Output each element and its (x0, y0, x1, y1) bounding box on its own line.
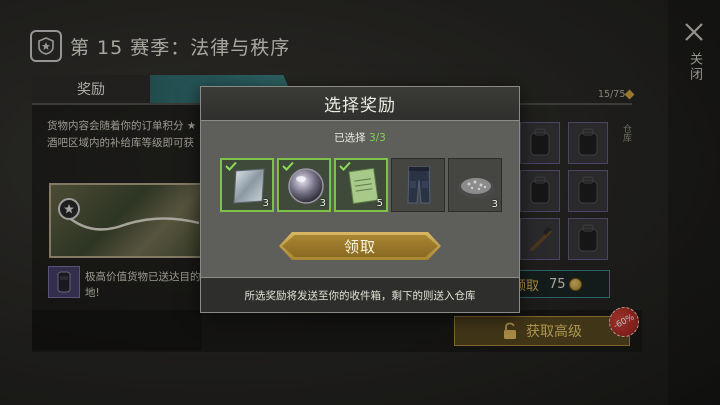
reward-item-notebook[interactable]: 5 (334, 158, 388, 212)
item-quantity: 3 (262, 198, 269, 209)
reward-item-gravel-pile[interactable]: 3 (448, 158, 502, 212)
claim-button[interactable]: 领取 (279, 232, 441, 260)
item-quantity: 3 (319, 198, 326, 209)
item-quantity: 3 (491, 199, 498, 210)
dialog-title: 选择奖励 (201, 87, 519, 121)
claim-button-label: 领取 (343, 237, 376, 256)
tactical-pants-icon (407, 166, 431, 204)
item-quantity: 5 (376, 198, 383, 209)
reward-item-tactical-pants[interactable] (391, 158, 445, 212)
reward-item-metal-plate[interactable]: 3 (220, 158, 274, 212)
selected-count: 3/3 (368, 132, 386, 144)
dialog-footer-note: 所选奖励将发送至你的收件箱，剩下的则送入仓库 (201, 277, 519, 312)
select-reward-dialog: 选择奖励 已选择 3/3 3 3 5 3 领取 所选奖励将发送至你的收件箱，剩下… (200, 86, 520, 313)
selection-status: 已选择 3/3 (201, 130, 519, 145)
selected-prefix: 已选择 (334, 132, 366, 144)
reward-item-glass-lens[interactable]: 3 (277, 158, 331, 212)
